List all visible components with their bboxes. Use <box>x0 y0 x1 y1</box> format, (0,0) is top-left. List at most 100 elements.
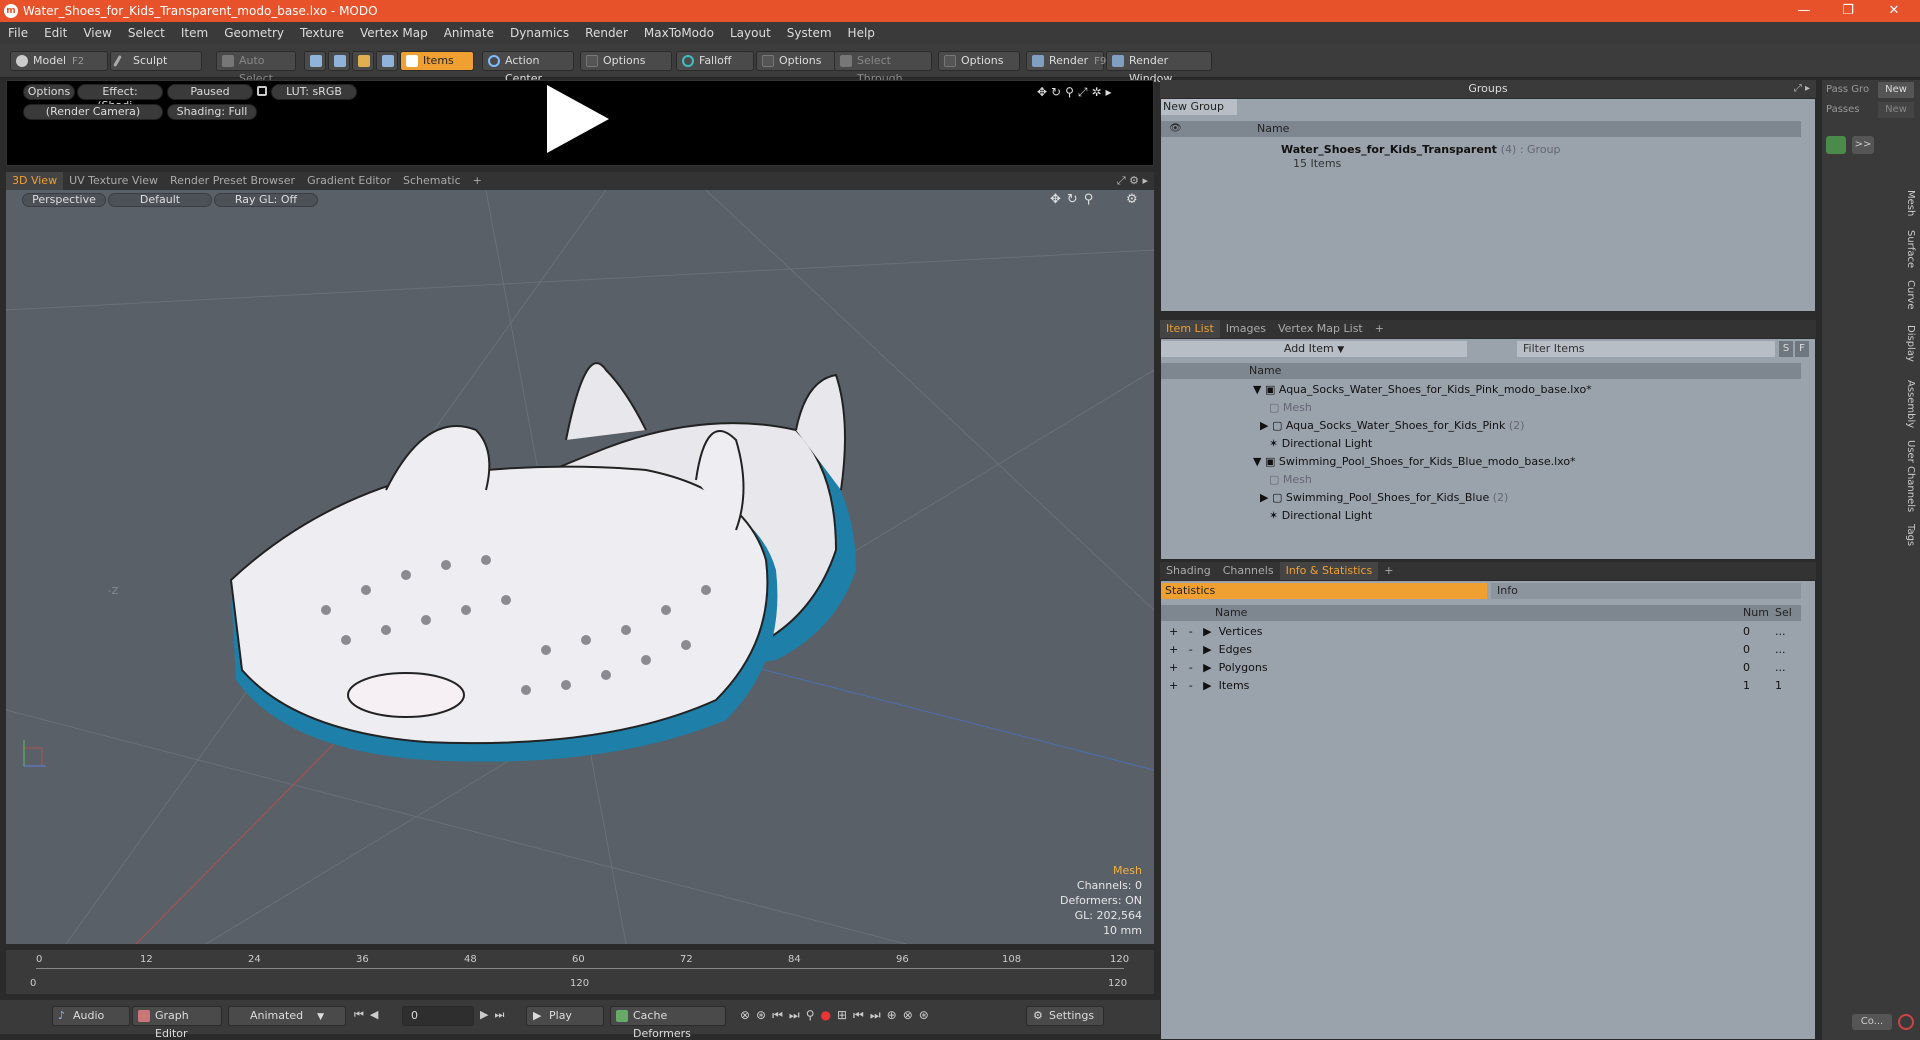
tab-images[interactable]: Images <box>1220 320 1272 338</box>
keyframe-tool-icons[interactable]: ⊗⊛⏮⏭⚲●⊞⏮⏭⊕⊗⊛ <box>740 1008 935 1023</box>
tab-item-list[interactable]: Item List <box>1160 320 1220 338</box>
minimize-button[interactable]: — <box>1784 2 1824 20</box>
falloff-options-button[interactable]: Options <box>756 51 836 71</box>
menu-item[interactable]: Item <box>173 22 216 44</box>
paused-toggle[interactable]: Paused <box>167 84 253 100</box>
new-group-button[interactable]: New Group <box>1161 99 1237 115</box>
materials-mode-button[interactable] <box>376 51 398 71</box>
stats-row[interactable]: + - ▶ Edges 0... <box>1169 641 1809 659</box>
cache-deformers-button[interactable]: Cache Deformers <box>610 1006 726 1040</box>
command-entry[interactable]: Co... <box>1852 1014 1892 1030</box>
info-tab[interactable]: Info <box>1491 583 1801 599</box>
play-button[interactable]: ▶ Play <box>526 1006 604 1026</box>
add-tab-button[interactable]: + <box>1369 320 1390 338</box>
audio-button[interactable]: ♪ Audio <box>52 1006 130 1026</box>
action-center-button[interactable]: Action Center <box>482 51 574 85</box>
menu-maxtomodo[interactable]: MaxToModo <box>636 22 722 44</box>
stats-row[interactable]: + - ▶ Items 1 1 <box>1169 677 1809 695</box>
vtab-user-channels[interactable]: User Channels <box>1905 440 1916 512</box>
stats-row[interactable]: + - ▶ Polygons 0... <box>1169 659 1809 677</box>
3d-viewport[interactable]: Perspective Default Ray GL: Off ✥↻⚲ ⚙ -Z… <box>6 190 1154 944</box>
lock-icon[interactable] <box>257 86 267 96</box>
menu-help[interactable]: Help <box>840 22 883 44</box>
panel-expand-icon[interactable]: ⤢ ▸ <box>1794 80 1810 98</box>
tab-channels[interactable]: Channels <box>1217 562 1280 580</box>
item-row[interactable]: ✶ Directional Light <box>1269 435 1372 453</box>
tab-vertex-map-list[interactable]: Vertex Map List <box>1272 320 1369 338</box>
statistics-tab[interactable]: Statistics <box>1161 583 1487 599</box>
item-row[interactable]: ✶ Directional Light <box>1269 507 1372 525</box>
menu-vertex-map[interactable]: Vertex Map <box>352 22 436 44</box>
add-tab-button[interactable]: + <box>1378 562 1399 580</box>
tab-render-preset-browser[interactable]: Render Preset Browser <box>164 172 301 190</box>
vtab-assembly[interactable]: Assembly <box>1905 380 1916 428</box>
perspective-dropdown[interactable]: Perspective <box>22 193 106 207</box>
shading-style-dropdown[interactable]: Default <box>108 193 212 207</box>
tab-3d-view[interactable]: 3D View <box>6 172 64 190</box>
select-options-button[interactable]: Options <box>938 51 1020 71</box>
refresh-icon[interactable] <box>1826 136 1846 154</box>
menu-render[interactable]: Render <box>577 22 636 44</box>
tab-gradient-editor[interactable]: Gradient Editor <box>301 172 397 190</box>
item-row[interactable]: ▼ ▣ Swimming_Pool_Shoes_for_Kids_Blue_mo… <box>1253 453 1576 471</box>
auto-select-button[interactable]: Auto Select <box>216 51 296 85</box>
stop-icon[interactable] <box>1898 1014 1914 1030</box>
edges-mode-button[interactable] <box>328 51 350 71</box>
polygons-mode-button[interactable] <box>352 51 374 71</box>
preview-options-button[interactable]: Options <box>23 84 75 100</box>
render-button[interactable]: Render F9 <box>1026 51 1106 71</box>
stats-row[interactable]: + - ▶ Vertices 0... <box>1169 623 1809 641</box>
close-button[interactable]: ✕ <box>1874 2 1914 20</box>
vtab-display[interactable]: Display <box>1905 325 1916 362</box>
skip-forward-icons[interactable]: ▶⏭ <box>480 1008 510 1022</box>
action-center-options-button[interactable]: Options <box>580 51 672 71</box>
play-preview-icon[interactable] <box>547 85 609 153</box>
item-row[interactable]: ▶ ▢ Aqua_Socks_Water_Shoes_for_Kids_Pink… <box>1253 417 1524 435</box>
menu-select[interactable]: Select <box>120 22 173 44</box>
skip-back-icons[interactable]: ⏮◀ <box>354 1008 384 1022</box>
lut-dropdown[interactable]: LUT: sRGB <box>271 84 357 100</box>
menu-dynamics[interactable]: Dynamics <box>502 22 577 44</box>
tab-schematic[interactable]: Schematic <box>397 172 467 190</box>
vertices-mode-button[interactable] <box>304 51 326 71</box>
model-mode-button[interactable]: Model F2 <box>10 51 108 71</box>
items-mode-button[interactable]: Items <box>400 51 474 71</box>
vtab-surface[interactable]: Surface <box>1905 230 1916 268</box>
new-pass-button[interactable]: New <box>1878 102 1914 118</box>
add-tab-button[interactable]: + <box>467 172 488 190</box>
viewport-settings-icon[interactable]: ⚙ <box>1126 192 1138 207</box>
item-row[interactable]: ▢ Mesh <box>1269 471 1312 489</box>
menu-view[interactable]: View <box>75 22 119 44</box>
menu-texture[interactable]: Texture <box>292 22 352 44</box>
timeline[interactable]: 0 12 24 36 48 60 72 84 96 108 120 0 120 … <box>6 950 1154 994</box>
effect-dropdown[interactable]: Effect: (Shadi... <box>77 84 163 112</box>
menu-animate[interactable]: Animate <box>436 22 502 44</box>
viewport-tab-icons[interactable]: ⤢ ⚙ ▸ <box>1117 174 1148 188</box>
item-row[interactable]: ▼ ▣ Aqua_Socks_Water_Shoes_for_Kids_Pink… <box>1253 381 1592 399</box>
filter-f-button[interactable]: F <box>1795 341 1809 357</box>
sculpt-mode-button[interactable]: Sculpt <box>110 51 202 71</box>
render-window-button[interactable]: Render Window <box>1106 51 1212 85</box>
item-row[interactable]: ▶ ▢ Swimming_Pool_Shoes_for_Kids_Blue (2… <box>1253 489 1508 507</box>
viewport-nav-icons[interactable]: ✥↻⚲ <box>1050 192 1099 207</box>
animated-dropdown[interactable]: Animated ▼ <box>228 1006 346 1026</box>
menu-geometry[interactable]: Geometry <box>216 22 292 44</box>
add-item-button[interactable]: Add Item ▼ <box>1161 341 1467 357</box>
select-through-button[interactable]: Select Through <box>834 51 932 85</box>
filter-items-input[interactable]: Filter Items <box>1517 341 1775 357</box>
settings-button[interactable]: ⚙ Settings <box>1026 1006 1104 1026</box>
menu-system[interactable]: System <box>779 22 840 44</box>
tab-shading[interactable]: Shading <box>1160 562 1217 580</box>
raygl-dropdown[interactable]: Ray GL: Off <box>214 193 318 207</box>
graph-editor-button[interactable]: Graph Editor <box>132 1006 222 1040</box>
menu-layout[interactable]: Layout <box>722 22 779 44</box>
tab-info-statistics[interactable]: Info & Statistics <box>1279 562 1379 580</box>
vtab-mesh[interactable]: Mesh <box>1905 190 1916 216</box>
render-camera-dropdown[interactable]: (Render Camera) <box>23 104 163 120</box>
preview-nav-icons[interactable]: ✥↻⚲⤢✲▸ <box>1037 85 1116 100</box>
maximize-button[interactable]: ❐ <box>1828 2 1868 20</box>
expand-arrows-icon[interactable]: >> <box>1852 136 1874 154</box>
menu-file[interactable]: File <box>0 22 36 44</box>
frame-input[interactable]: 0 <box>402 1006 474 1026</box>
tab-uv-texture-view[interactable]: UV Texture View <box>63 172 164 190</box>
